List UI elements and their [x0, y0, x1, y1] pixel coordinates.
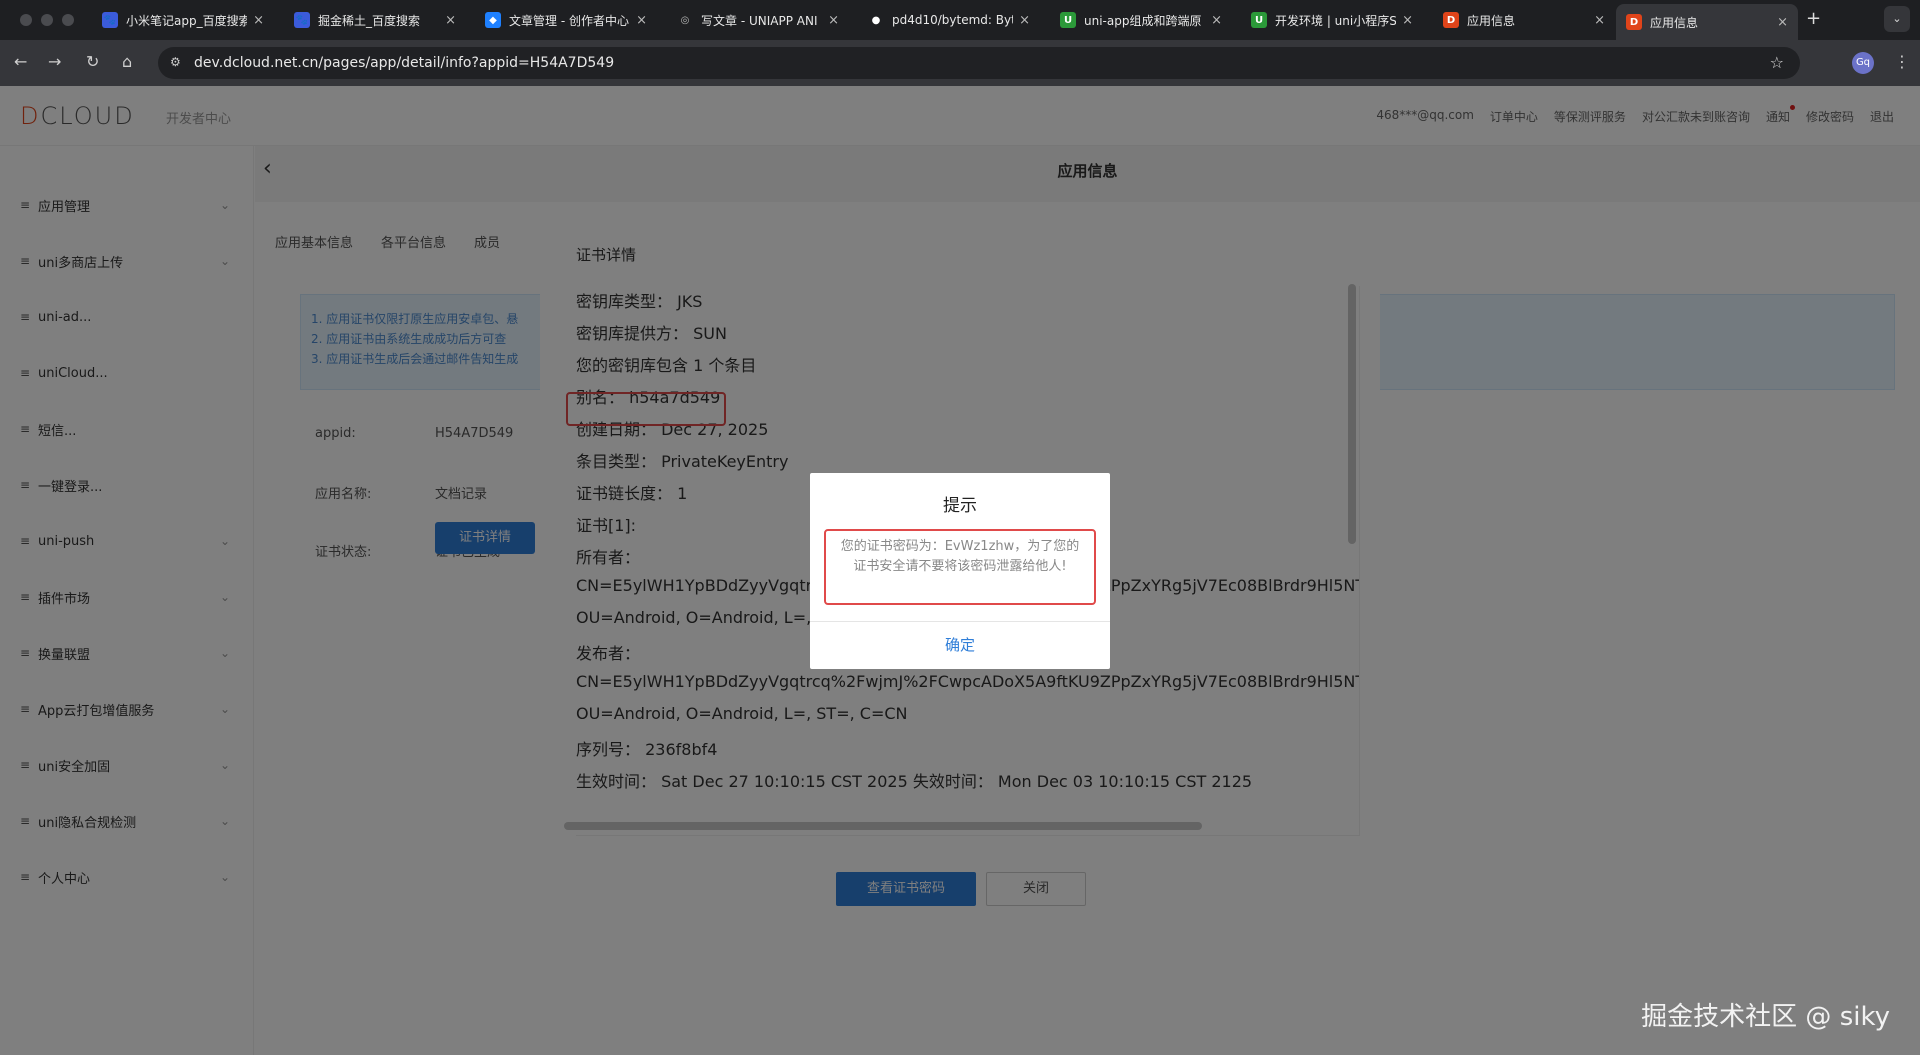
- browser-tab[interactable]: 🐾 掘金稀土_百度搜索 ×: [284, 6, 466, 34]
- tab-close-icon[interactable]: ×: [445, 13, 456, 28]
- browser-tab[interactable]: U 开发环境 | uni小程序S ×: [1241, 6, 1423, 34]
- tab-label: uni-app组成和跨端原: [1084, 13, 1202, 28]
- dcloud-d-icon: D: [1626, 14, 1642, 30]
- dcloud-d-icon: D: [1443, 12, 1459, 28]
- browser-tab-bar: 🐾 小米笔记app_百度搜索 × 🐾 掘金稀土_百度搜索 × ◆ 文章管理 - 创作者中心 × ◎…: [0, 0, 1920, 40]
- tab-label: 应用信息: [1467, 13, 1516, 28]
- back-arrow-icon[interactable]: ←: [14, 52, 27, 71]
- password-alert: 提示 您的证书密码为：EvWz1zhw，为了您的证书安全请不要将该密码泄露给他人…: [810, 473, 1110, 669]
- tab-search-chevron-icon[interactable]: ⌄: [1884, 6, 1910, 32]
- browser-tab[interactable]: D 应用信息 ×: [1616, 4, 1798, 40]
- globe-icon: ◎: [680, 14, 690, 26]
- browser-tab[interactable]: 🐾 小米笔记app_百度搜索 ×: [92, 6, 274, 34]
- bookmark-star-icon[interactable]: ☆: [1770, 53, 1784, 72]
- browser-tab[interactable]: Uuni-app组成和跨端原 ×: [1050, 6, 1232, 34]
- tab-label: 文章管理 - 创作者中心: [509, 13, 629, 28]
- uni-logo-icon: U: [1251, 12, 1267, 28]
- tab-close-icon[interactable]: ×: [1211, 13, 1222, 28]
- tab-close-icon[interactable]: ×: [636, 13, 647, 28]
- tab-label: 掘金稀土_百度搜索: [318, 13, 421, 28]
- github-icon: ●: [871, 14, 881, 26]
- tab-close-icon[interactable]: ×: [1019, 13, 1030, 28]
- alert-ok-button[interactable]: 确定: [810, 622, 1110, 669]
- browser-tab[interactable]: ● pd4d10/bytemd: Byte ×: [858, 6, 1040, 34]
- baidu-paw-icon: 🐾: [102, 12, 118, 28]
- uni-logo-icon: U: [1060, 12, 1076, 28]
- tab-label: 开发环境 | uni小程序S: [1275, 13, 1397, 28]
- url-text: dev.dcloud.net.cn/pages/app/detail/info?…: [194, 55, 615, 71]
- tab-close-icon[interactable]: ×: [1777, 15, 1788, 30]
- tab-label: 应用信息: [1650, 15, 1699, 30]
- tab-close-icon[interactable]: ×: [1402, 13, 1413, 28]
- tab-label: 写文章 - UNIAPP ANI: [701, 13, 818, 28]
- maximize-window-button[interactable]: [62, 14, 74, 26]
- new-tab-icon[interactable]: +: [1806, 8, 1821, 29]
- tab-close-icon[interactable]: ×: [1594, 13, 1605, 28]
- close-window-button[interactable]: [20, 14, 32, 26]
- home-icon[interactable]: ⌂: [122, 52, 132, 71]
- browser-toolbar: ← → ↻ ⌂ ⚙ dev.dcloud.net.cn/pages/app/de…: [0, 40, 1920, 86]
- window-controls: [20, 14, 74, 26]
- site-info-icon[interactable]: ⚙: [170, 55, 181, 69]
- minimize-window-button[interactable]: [41, 14, 53, 26]
- address-bar[interactable]: ⚙ dev.dcloud.net.cn/pages/app/detail/inf…: [158, 47, 1800, 79]
- tab-label: 小米笔记app_百度搜索: [126, 13, 248, 28]
- browser-tab[interactable]: ◆ 文章管理 - 创作者中心 ×: [475, 6, 657, 34]
- browser-tab[interactable]: ◎ 写文章 - UNIAPP ANI ×: [667, 6, 849, 34]
- alert-title: 提示: [943, 496, 977, 516]
- baidu-paw-icon: 🐾: [294, 12, 310, 28]
- tab-label: pd4d10/bytemd: Byte: [892, 13, 1014, 27]
- juejin-logo-icon: ◆: [485, 12, 501, 28]
- profile-avatar[interactable]: Gq: [1852, 52, 1874, 74]
- forward-arrow-icon[interactable]: →: [48, 52, 61, 71]
- watermark: 掘金技术社区 @ siky: [1641, 1002, 1890, 1032]
- alert-message: 您的证书密码为：EvWz1zhw，为了您的证书安全请不要将该密码泄露给他人!: [824, 529, 1096, 605]
- tab-close-icon[interactable]: ×: [828, 13, 839, 28]
- browser-tab[interactable]: D 应用信息 ×: [1433, 6, 1615, 34]
- browser-menu-icon[interactable]: ⋮: [1894, 52, 1910, 71]
- tab-close-icon[interactable]: ×: [253, 13, 264, 28]
- reload-icon[interactable]: ↻: [86, 52, 99, 71]
